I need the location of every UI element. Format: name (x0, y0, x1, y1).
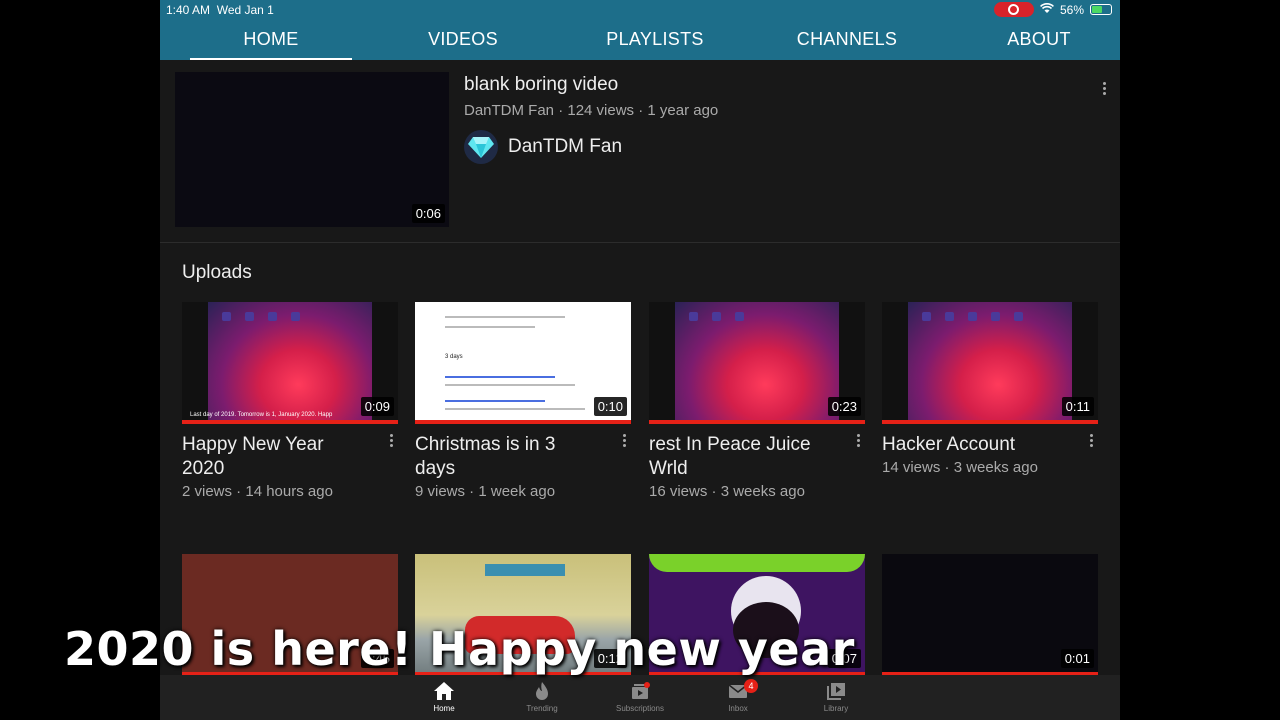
watch-progress-bar (415, 420, 631, 424)
video-card[interactable]: 0:11 Hacker Account 14 views · 3 weeks a… (882, 302, 1098, 476)
video-thumbnail[interactable]: 0:11 (882, 302, 1098, 424)
nav-library[interactable]: Library (787, 675, 885, 720)
featured-channel[interactable]: DanTDM Fan (464, 130, 622, 164)
thumbnail-caption: 3 days (445, 354, 463, 360)
tab-videos[interactable]: VIDEOS (382, 24, 544, 60)
duration-badge: 0:23 (827, 397, 861, 416)
video-title[interactable]: Christmas is in 3 days (415, 433, 600, 481)
battery-percent: 56% (1059, 2, 1084, 17)
status-bar: 1:40 AM Wed Jan 1 56% (160, 0, 1120, 20)
video-card[interactable]: Last day of 2019. Tomorrow is 1, January… (182, 302, 398, 500)
nav-label: Inbox (728, 704, 748, 713)
more-options-icon[interactable] (1084, 432, 1098, 450)
duration-badge: 0:01 (1060, 649, 1094, 668)
video-title[interactable]: Happy New Year 2020 (182, 433, 367, 481)
watch-progress-bar (882, 420, 1098, 424)
video-meta: 14 views · 3 weeks ago (882, 459, 1038, 476)
more-options-icon[interactable] (384, 432, 398, 450)
flame-icon (536, 682, 548, 700)
video-meta: 2 views · 14 hours ago (182, 483, 333, 500)
channel-header: 1:40 AM Wed Jan 1 56% HOME VIDEOS PLAYLI… (160, 0, 1120, 60)
nav-label: Subscriptions (615, 704, 665, 713)
wifi-icon (1040, 2, 1054, 17)
video-card[interactable]: 0:01 (882, 554, 1098, 676)
uploads-title: Uploads (182, 262, 252, 283)
video-overlay-caption: 2020 is here! Happy new year (64, 622, 855, 676)
more-options-icon[interactable] (617, 432, 631, 450)
tab-channels[interactable]: CHANNELS (766, 24, 928, 60)
video-title[interactable]: Hacker Account (882, 433, 1067, 457)
video-title[interactable]: rest In Peace Juice Wrld (649, 433, 834, 481)
watch-progress-bar (182, 420, 398, 424)
video-thumbnail[interactable]: Last day of 2019. Tomorrow is 1, January… (182, 302, 398, 424)
tab-about[interactable]: ABOUT (958, 24, 1120, 60)
featured-video-thumbnail[interactable]: 0:06 (175, 72, 449, 227)
nav-trending[interactable]: Trending (493, 675, 591, 720)
featured-video-title[interactable]: blank boring video (464, 74, 618, 96)
subscriptions-icon (632, 682, 650, 699)
status-time: 1:40 AM Wed Jan 1 (166, 3, 274, 17)
inbox-badge: 4 (744, 679, 758, 693)
section-divider (160, 242, 1120, 243)
battery-icon (1090, 4, 1112, 15)
featured-video-meta: DanTDM Fan · 124 views · 1 year ago (464, 102, 719, 119)
duration-badge: 0:06 (411, 204, 445, 223)
screen-recording-icon (993, 2, 1034, 17)
video-card[interactable]: 0:23 rest In Peace Juice Wrld 16 views ·… (649, 302, 865, 500)
more-options-icon[interactable] (1097, 80, 1111, 98)
nav-inbox[interactable]: 4 Inbox (689, 675, 787, 720)
nav-label: Trending (526, 704, 558, 713)
youtube-channel-screen: 1:40 AM Wed Jan 1 56% HOME VIDEOS PLAYLI… (160, 0, 1120, 720)
video-thumbnail[interactable]: 3 days 0:10 (415, 302, 631, 424)
video-meta: 9 views · 1 week ago (415, 483, 556, 500)
diamond-icon (464, 130, 498, 164)
duration-badge: 0:10 (593, 397, 627, 416)
tab-home[interactable]: HOME (190, 24, 352, 60)
home-icon (434, 682, 454, 700)
channel-name: DanTDM Fan (508, 136, 623, 157)
library-icon (827, 683, 845, 700)
nav-label: Home (433, 704, 455, 713)
nav-label: Library (823, 704, 849, 713)
duration-badge: 0:11 (1061, 397, 1094, 416)
watch-progress-bar (649, 420, 865, 424)
video-thumbnail[interactable]: 0:01 (882, 554, 1098, 676)
video-thumbnail[interactable]: 0:23 (649, 302, 865, 424)
thumbnail-caption: Last day of 2019. Tomorrow is 1, January… (190, 412, 333, 418)
video-card[interactable]: 3 days 0:10 Christmas is in 3 days 9 vie… (415, 302, 631, 500)
channel-tabs: HOME VIDEOS PLAYLISTS CHANNELS ABOUT (160, 24, 1120, 60)
tab-playlists[interactable]: PLAYLISTS (574, 24, 736, 60)
more-options-icon[interactable] (851, 432, 865, 450)
nav-subscriptions[interactable]: Subscriptions (591, 675, 689, 720)
bottom-navigation: Home Trending Subscriptions 4 Inbox Libr… (160, 675, 1120, 720)
video-meta: 16 views · 3 weeks ago (649, 483, 805, 500)
nav-home[interactable]: Home (395, 675, 493, 720)
duration-badge: 0:09 (360, 397, 394, 416)
status-right: 56% (993, 2, 1112, 17)
